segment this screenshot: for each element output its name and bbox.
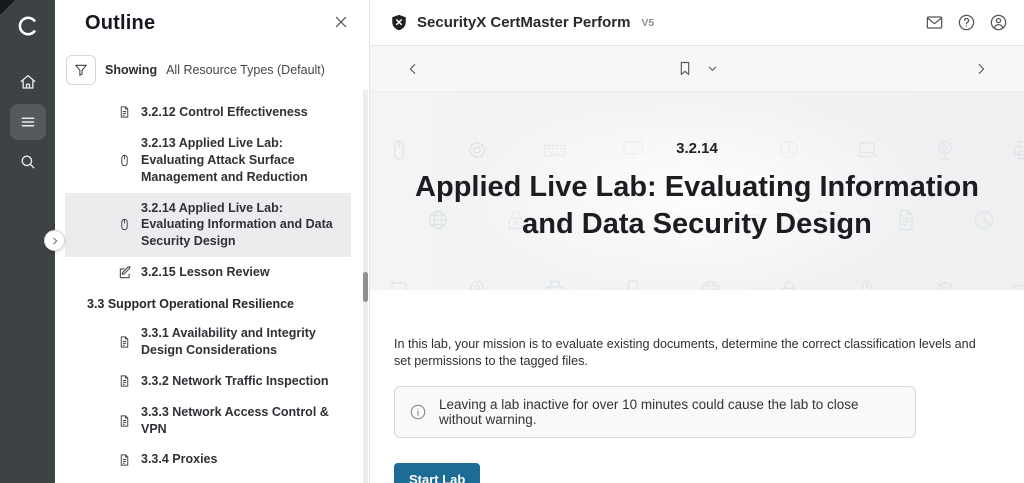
bookmark-icon[interactable] [677,60,693,77]
outline-title: Outline [85,12,155,35]
outline-item-label: 3.2.15 Lesson Review [141,264,270,281]
main-content: SecurityX CertMaster Perform V5 [370,0,1024,483]
filter-funnel-icon[interactable] [66,55,96,85]
product-title: SecurityX CertMaster Perform [417,14,630,31]
outline-item-label: 3.2.14 Applied Live Lab: Evaluating Info… [141,200,341,251]
corner-accent [0,0,15,15]
outline-item[interactable]: 3.3.1 Availability and Integrity Design … [65,318,351,366]
shield-x-icon [390,13,408,32]
next-lesson-icon[interactable] [974,62,988,76]
info-icon [409,403,427,421]
panel-collapse-toggle[interactable] [44,230,65,251]
lesson-hero-banner: 3.2.14 Applied Live Lab: Evaluating Info… [370,92,1024,290]
app-header: SecurityX CertMaster Perform V5 [370,0,1024,46]
mouse-icon [118,153,132,168]
product-version: V5 [641,17,654,29]
inactivity-notice-text: Leaving a lab inactive for over 10 minut… [439,397,901,427]
document-icon [118,105,132,119]
outline-menu-icon[interactable] [10,104,46,140]
header-actions [925,13,1008,32]
account-icon[interactable] [989,13,1008,32]
outline-item-label: 3.3.4 Proxies [141,451,217,468]
document-icon [118,335,132,349]
comptia-logo-icon [14,12,42,40]
start-lab-button[interactable]: Start Lab [394,463,480,483]
outline-item-label: 3.3.3 Network Access Control & VPN [141,404,341,438]
previous-lesson-icon[interactable] [406,62,420,76]
help-icon[interactable] [957,13,976,32]
outline-item[interactable]: 3.3.4 Proxies [65,444,351,475]
showing-label: Showing [105,63,157,77]
app-window: Outline Showing All Resource Types (Defa… [0,0,1024,483]
lab-description: In this lab, your mission is to evaluate… [394,336,990,371]
resource-filter-row: Showing All Resource Types (Default) [55,35,369,95]
outline-item[interactable]: 3.3.3 Network Access Control & VPN [65,397,351,445]
outline-item[interactable]: 3.3.2 Network Traffic Inspection [65,366,351,397]
bookmark-chevron-down-icon[interactable] [707,63,718,74]
lesson-body: In this lab, your mission is to evaluate… [370,290,1024,483]
edit-icon [118,266,132,280]
home-icon[interactable] [10,64,46,100]
lesson-number: 3.2.14 [676,140,718,157]
outline-item[interactable]: 3.2.12 Control Effectiveness [65,97,351,128]
document-icon [118,374,132,388]
outline-scrollbar-track[interactable] [363,90,368,483]
mouse-icon [118,217,132,232]
outline-item-label: 3.3.2 Network Traffic Inspection [141,373,329,390]
outline-item-label: 3.2.12 Control Effectiveness [141,104,308,121]
document-icon [118,453,132,467]
outline-item-label: 3.3.1 Availability and Integrity Design … [141,325,341,359]
outline-panel: Outline Showing All Resource Types (Defa… [55,0,370,483]
outline-list: 3.2.12 Control Effectiveness 3.2.13 Appl… [55,95,369,483]
inactivity-notice: Leaving a lab inactive for over 10 minut… [394,386,916,438]
product-brand: SecurityX CertMaster Perform V5 [390,13,654,32]
outline-item-current[interactable]: 3.2.14 Applied Live Lab: Evaluating Info… [65,193,351,258]
lesson-navbar [370,46,1024,92]
close-icon[interactable] [331,12,351,32]
outline-item-label: 3.2.13 Applied Live Lab: Evaluating Atta… [141,135,341,186]
document-icon [118,414,132,428]
lesson-title: Applied Live Lab: Evaluating Information… [390,169,1004,242]
mail-icon[interactable] [925,13,944,32]
resource-filter-value: All Resource Types (Default) [166,63,325,77]
search-icon[interactable] [10,144,46,180]
outline-item[interactable]: 3.2.13 Applied Live Lab: Evaluating Atta… [65,128,351,193]
outline-item[interactable]: 3.3.5 Specialized Components [65,475,351,483]
outline-scrollbar-thumb[interactable] [363,272,368,302]
outline-section-header[interactable]: 3.3 Support Operational Resilience [65,288,351,318]
chevron-right-icon [50,236,60,246]
outline-item[interactable]: 3.2.15 Lesson Review [65,257,351,288]
